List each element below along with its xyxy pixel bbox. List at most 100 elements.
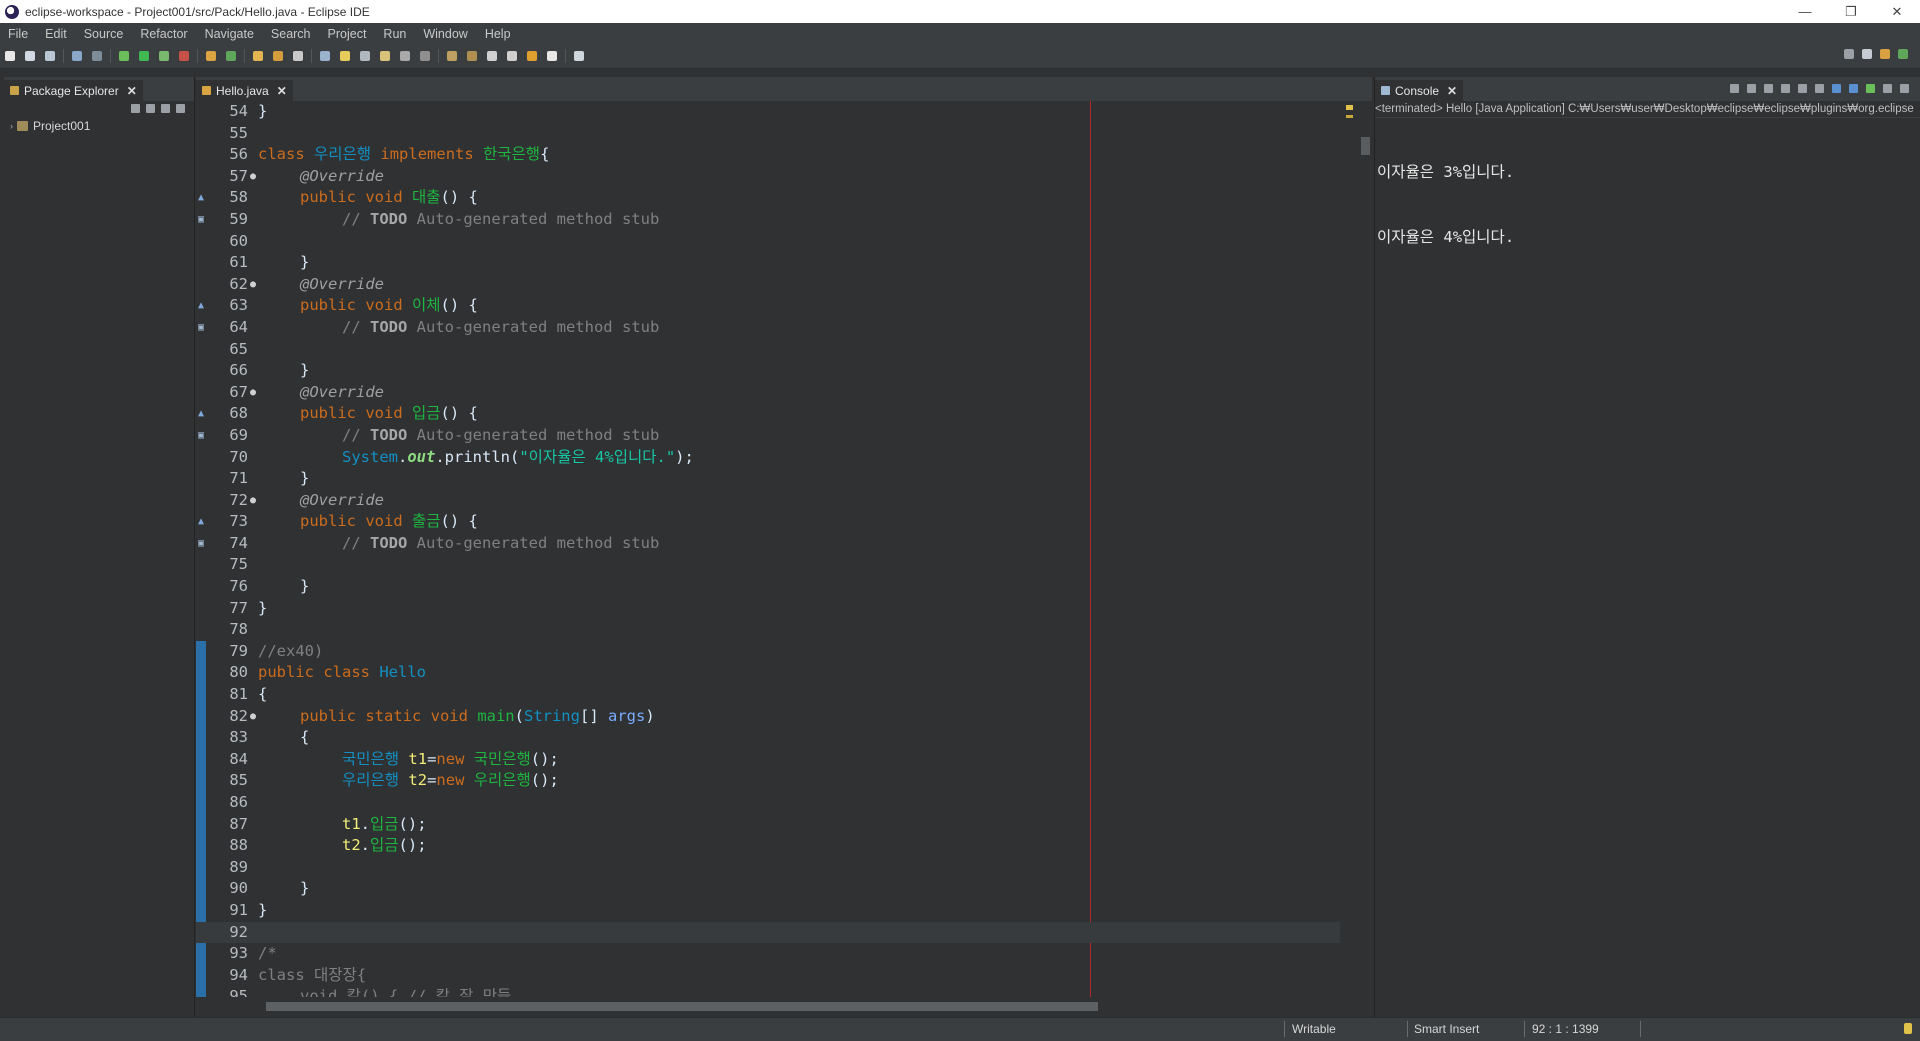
override-marker-icon[interactable]: ▲ [198, 511, 204, 533]
override-marker-icon[interactable]: ▲ [198, 187, 204, 209]
view-menu-icon[interactable] [176, 104, 185, 113]
last-edit-icon[interactable] [527, 51, 537, 61]
menu-window[interactable]: Window [415, 27, 476, 41]
console-vertical-scrollbar[interactable] [1907, 119, 1919, 999]
restore-button[interactable]: ❐ [1828, 0, 1874, 23]
expand-arrow-icon[interactable]: › [10, 121, 13, 131]
open-console-icon[interactable] [1900, 84, 1909, 93]
word-wrap-icon[interactable] [380, 51, 390, 61]
open-perspective-icon[interactable] [1862, 49, 1872, 59]
new-java-project-icon[interactable] [206, 51, 216, 61]
pin-console-icon[interactable] [1866, 84, 1875, 93]
next-annotation-icon[interactable] [447, 51, 457, 61]
tab-hello-java[interactable]: Hello.java ✕ [196, 80, 293, 101]
show-whitespace-icon[interactable] [400, 51, 410, 61]
menu-project[interactable]: Project [320, 27, 376, 41]
new-class-icon[interactable] [226, 51, 236, 61]
toolbar-separator [197, 49, 198, 63]
open-task-icon[interactable] [273, 51, 283, 61]
scrollbar-thumb[interactable] [1361, 137, 1370, 155]
fold-marker-icon[interactable]: ● [250, 706, 258, 728]
status-cursor-position[interactable]: 92 : 1 : 1399 [1532, 1022, 1599, 1036]
save-all-icon[interactable] [45, 51, 55, 61]
tree-item-project001[interactable]: › Project001 [10, 119, 90, 133]
line-number: 82 [229, 706, 248, 725]
fold-marker-icon[interactable]: ● [250, 382, 258, 404]
menu-refactor[interactable]: Refactor [132, 27, 196, 41]
override-marker-icon[interactable]: ▲ [198, 295, 204, 317]
word-wrap-icon[interactable] [1815, 84, 1824, 93]
search-icon[interactable] [1844, 49, 1854, 59]
menu-navigate[interactable]: Navigate [197, 27, 263, 41]
pin-editor-icon[interactable] [574, 51, 584, 61]
minimize-button[interactable]: — [1782, 0, 1828, 23]
menu-search[interactable]: Search [263, 27, 320, 41]
task-marker-icon[interactable]: ▣ [198, 209, 204, 231]
remove-all-icon[interactable] [1764, 84, 1773, 93]
skip-breakpoints-icon[interactable] [92, 51, 102, 61]
new-icon[interactable] [5, 51, 15, 61]
overview-ruler[interactable] [1346, 101, 1354, 997]
debug-icon[interactable] [119, 51, 129, 61]
search-tool-icon[interactable] [293, 51, 303, 61]
back-icon[interactable] [487, 51, 497, 61]
terminal-icon[interactable] [72, 51, 82, 61]
run-icon[interactable] [139, 51, 149, 61]
line-number: 62 [229, 274, 248, 293]
pilcrow-icon[interactable] [420, 51, 430, 61]
override-marker-icon[interactable]: ▲ [198, 403, 204, 425]
status-insert-mode[interactable]: Smart Insert [1414, 1022, 1479, 1036]
menu-help[interactable]: Help [477, 27, 520, 41]
console-icon [1381, 86, 1390, 95]
tip-of-day-icon[interactable] [1904, 1023, 1912, 1034]
scrollbar-thumb[interactable] [266, 1002, 1098, 1011]
forward-icon[interactable] [507, 51, 517, 61]
show-on-output-icon[interactable] [1832, 84, 1841, 93]
editor-vertical-scrollbar[interactable] [1358, 101, 1372, 997]
fold-marker-icon[interactable]: ● [250, 166, 258, 188]
tab-console[interactable]: Console ✕ [1375, 80, 1464, 101]
toggle-mark-icon[interactable] [320, 51, 330, 61]
task-marker-icon[interactable]: ▣ [198, 425, 204, 447]
terminate-icon[interactable] [1730, 84, 1739, 93]
main-toolbar [0, 44, 1920, 69]
task-marker-icon[interactable]: ▣ [198, 317, 204, 339]
console-output[interactable]: 이자율은 3%입니다. 이자율은 4%입니다. [1377, 119, 1514, 292]
editor-horizontal-scrollbar[interactable] [250, 999, 1330, 1013]
debug-perspective-icon[interactable] [1898, 49, 1908, 59]
annotation-icon[interactable] [340, 51, 350, 61]
fold-marker-icon[interactable]: ● [250, 490, 258, 512]
external-tools-icon[interactable] [179, 51, 189, 61]
previous-annotation-icon[interactable] [467, 51, 477, 61]
fold-marker-icon[interactable]: ● [250, 274, 258, 296]
close-icon[interactable]: ✕ [1447, 84, 1457, 98]
warning-marker-icon[interactable] [1346, 105, 1353, 110]
menu-source[interactable]: Source [76, 27, 133, 41]
close-window-button[interactable]: ✕ [1874, 0, 1920, 23]
collapse-all-icon[interactable] [131, 104, 140, 113]
menu-file[interactable]: File [0, 27, 37, 41]
display-console-icon[interactable] [1883, 84, 1892, 93]
task-marker-icon[interactable]: ▣ [198, 533, 204, 555]
filter-icon[interactable] [161, 104, 170, 113]
java-perspective-icon[interactable] [1880, 49, 1890, 59]
coverage-icon[interactable] [159, 51, 169, 61]
scroll-lock-icon[interactable] [1798, 84, 1807, 93]
code-area[interactable]: 54} 55 56 class 우리은행 implements 한국은행{ 57 ●… [196, 101, 1340, 997]
close-icon[interactable]: ✕ [277, 84, 287, 98]
menu-run[interactable]: Run [375, 27, 415, 41]
save-icon[interactable] [25, 51, 35, 61]
remove-launch-icon[interactable] [1747, 84, 1756, 93]
code-text: //ex40) [258, 641, 324, 660]
tab-package-explorer[interactable]: Package Explorer ✕ [4, 80, 143, 101]
open-type-icon[interactable] [253, 51, 263, 61]
show-on-error-icon[interactable] [1849, 84, 1858, 93]
console-horizontal-scrollbar[interactable] [1379, 999, 1909, 1013]
navigate-forward-icon[interactable] [547, 51, 557, 61]
clear-console-icon[interactable] [1781, 84, 1790, 93]
block-selection-icon[interactable] [360, 51, 370, 61]
link-with-editor-icon[interactable] [146, 104, 155, 113]
occurrence-marker-icon[interactable] [1346, 115, 1353, 118]
close-icon[interactable]: ✕ [127, 84, 137, 98]
menu-edit[interactable]: Edit [37, 27, 76, 41]
